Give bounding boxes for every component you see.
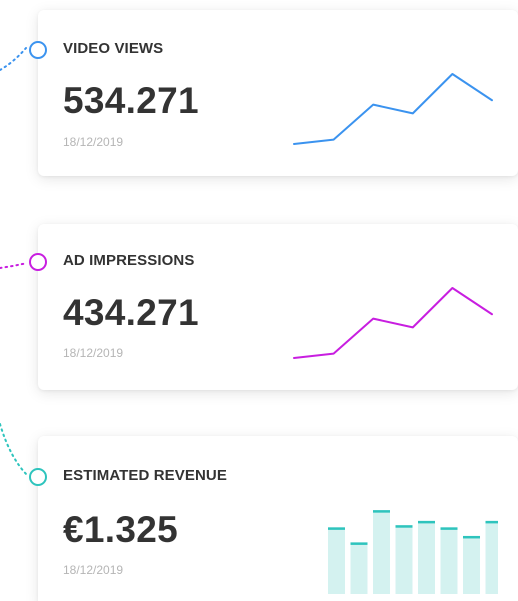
bar-cap (463, 535, 480, 539)
bar (418, 520, 435, 594)
card-label: VIDEO VIEWS (63, 40, 164, 57)
analytics-stage: VIDEO VIEWS 534.271 18/12/2019 AD IMPRES… (0, 0, 518, 601)
bar-body (328, 527, 345, 594)
bar-cap (328, 527, 345, 530)
ad-impressions-sparkline (293, 287, 493, 359)
bar-cap (350, 542, 368, 545)
timeline-dot (29, 468, 47, 486)
bar-cap (418, 520, 435, 524)
card-value: 434.271 (63, 292, 199, 333)
timeline-dot (29, 41, 47, 59)
card-date: 18/12/2019 (63, 346, 124, 360)
card-date: 18/12/2019 (63, 135, 124, 149)
card-label: ESTIMATED REVENUE (63, 467, 227, 484)
bar-cap (395, 525, 413, 528)
connector-impressions (0, 262, 28, 269)
bar-cap (440, 527, 458, 530)
bar-body (485, 520, 498, 594)
bar (485, 520, 498, 594)
video-views-sparkline (293, 73, 493, 145)
bar-cap (373, 510, 390, 513)
bar-body (395, 525, 413, 594)
bar-body (463, 535, 480, 594)
estimated-revenue-card[interactable]: ESTIMATED REVENUE €1.325 18/12/2019 (29, 436, 518, 601)
card-value: 534.271 (63, 80, 199, 121)
bar-body (440, 527, 458, 594)
ad-impressions-card[interactable]: AD IMPRESSIONS 434.271 18/12/2019 (29, 224, 518, 390)
bar (440, 527, 458, 594)
bar (328, 527, 345, 594)
bar-cap (485, 520, 498, 524)
bar (395, 525, 413, 594)
estimated-revenue-bar-chart (328, 510, 498, 594)
bar (350, 542, 368, 594)
bar (463, 535, 480, 594)
card-date: 18/12/2019 (63, 563, 124, 577)
bar-body (350, 542, 368, 594)
timeline-dot (29, 253, 47, 271)
connector-views (0, 47, 27, 71)
video-views-card[interactable]: VIDEO VIEWS 534.271 18/12/2019 (29, 10, 518, 176)
card-value: €1.325 (63, 509, 178, 550)
bar (373, 510, 390, 594)
bar-body (418, 520, 435, 594)
series-line (293, 287, 493, 359)
connector-revenue (0, 423, 29, 477)
bar-body (373, 510, 390, 594)
card-label: AD IMPRESSIONS (63, 252, 195, 269)
series-line (293, 73, 493, 145)
